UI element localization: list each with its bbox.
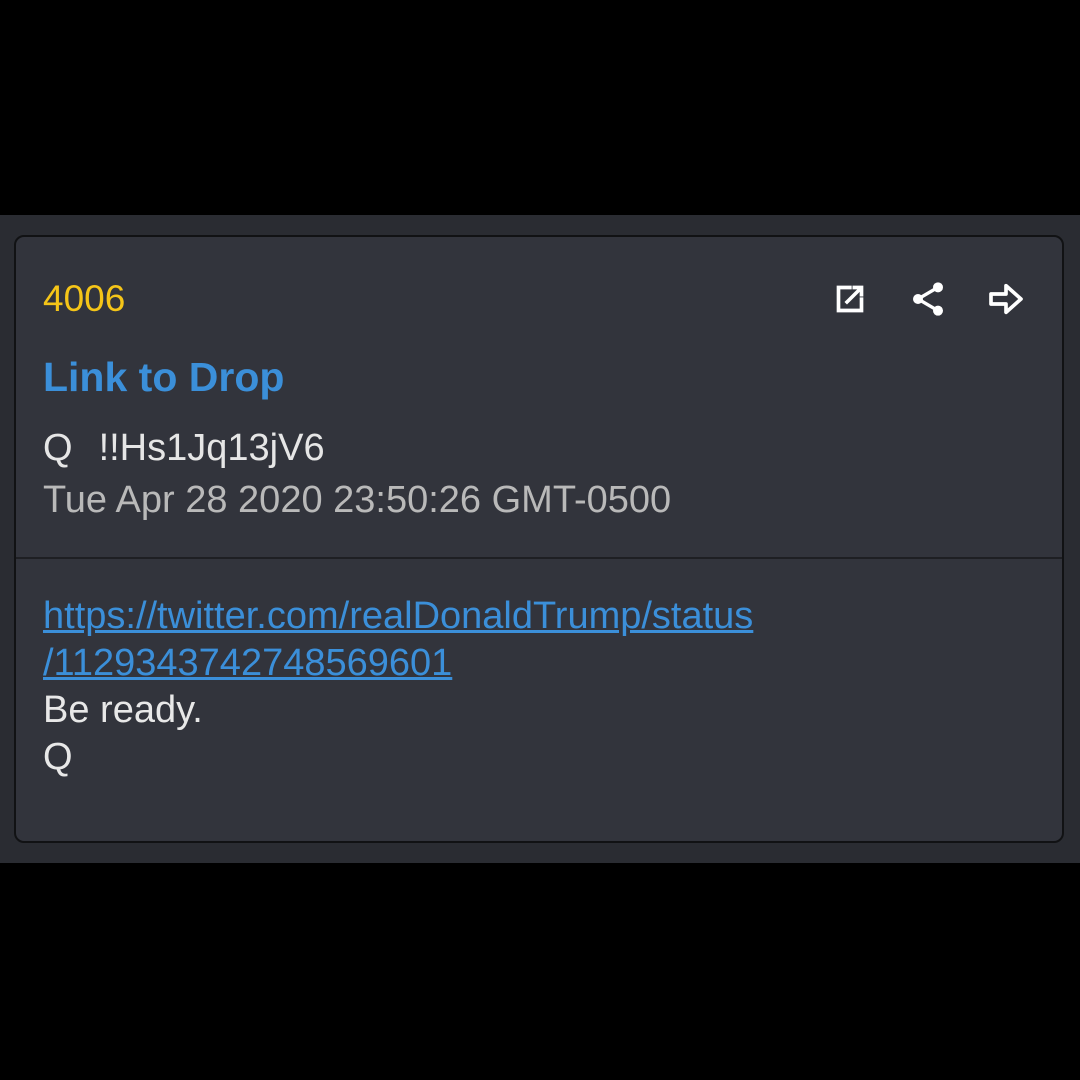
tweet-link-line-2: /1129343742748569601 xyxy=(43,642,453,684)
link-to-drop[interactable]: Link to Drop xyxy=(43,352,284,402)
forward-arrow-icon[interactable] xyxy=(982,275,1030,323)
open-external-icon[interactable] xyxy=(826,275,874,323)
author-name: Q xyxy=(43,427,73,469)
divider xyxy=(16,557,1062,559)
share-icon[interactable] xyxy=(904,275,952,323)
body-text-line-1: Be ready. xyxy=(43,689,203,731)
tweet-link-line-1: https://twitter.com/realDonaldTrump/stat… xyxy=(43,595,754,637)
drop-number: 4006 xyxy=(43,278,126,319)
drop-card: 4006 Link to Drop Q !!Hs1Jq13jV6 Tue Apr… xyxy=(14,235,1064,843)
card-actions xyxy=(826,275,1030,323)
drop-body: https://twitter.com/realDonaldTrump/stat… xyxy=(43,593,1033,781)
body-text-line-2: Q xyxy=(43,736,73,778)
app-screen: 4006 Link to Drop Q !!Hs1Jq13jV6 Tue Apr… xyxy=(0,215,1080,863)
drop-timestamp: Tue Apr 28 2020 23:50:26 GMT-0500 xyxy=(43,479,672,521)
tweet-link[interactable]: https://twitter.com/realDonaldTrump/stat… xyxy=(43,593,1033,687)
tripcode: !!Hs1Jq13jV6 xyxy=(98,427,325,469)
author-line: Q !!Hs1Jq13jV6 xyxy=(43,425,325,471)
